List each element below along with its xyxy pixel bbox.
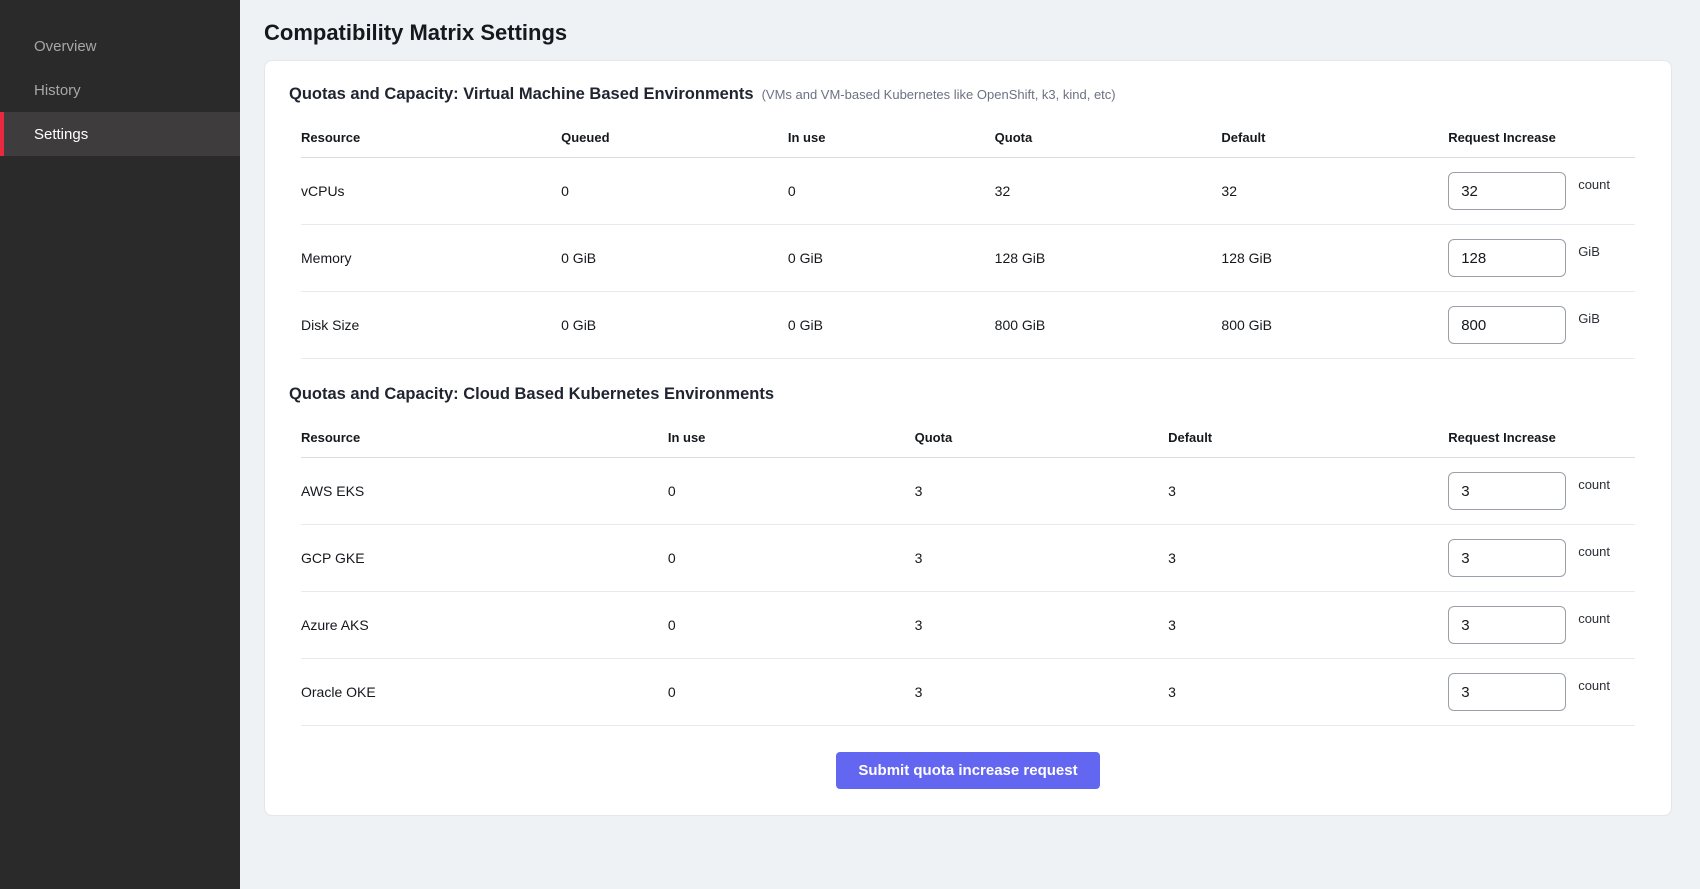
quotas-card: Quotas and Capacity: Virtual Machine Bas… bbox=[264, 60, 1672, 816]
column-header-quota: Quota bbox=[915, 430, 1168, 445]
table-row-aws-eks: AWS EKS 0 3 3 count bbox=[301, 458, 1635, 525]
resource-name: GCP GKE bbox=[301, 550, 668, 566]
default-value: 32 bbox=[1221, 183, 1448, 199]
sidebar: Overview History Settings bbox=[0, 0, 240, 889]
memory-request-input[interactable] bbox=[1448, 239, 1566, 277]
column-header-quota: Quota bbox=[995, 130, 1222, 145]
column-header-resource: Resource bbox=[301, 430, 668, 445]
main-content: Compatibility Matrix Settings Quotas and… bbox=[240, 0, 1700, 889]
vm-section-note: (VMs and VM-based Kubernetes like OpenSh… bbox=[762, 87, 1116, 102]
default-value: 3 bbox=[1168, 684, 1448, 700]
submit-quota-increase-button[interactable]: Submit quota increase request bbox=[836, 752, 1099, 789]
in-use-value: 0 bbox=[668, 684, 915, 700]
quota-value: 32 bbox=[995, 183, 1222, 199]
vcpus-request-input[interactable] bbox=[1448, 172, 1566, 210]
unit-label: count bbox=[1578, 678, 1610, 693]
table-header-row: Resource In use Quota Default Request In… bbox=[301, 418, 1635, 458]
quota-value: 3 bbox=[915, 617, 1168, 633]
oracle-oke-request-input[interactable] bbox=[1448, 673, 1566, 711]
table-row-vcpus: vCPUs 0 0 32 32 count bbox=[301, 158, 1635, 225]
quota-value: 800 GiB bbox=[995, 317, 1222, 333]
default-value: 3 bbox=[1168, 550, 1448, 566]
request-increase-cell: count bbox=[1448, 472, 1635, 510]
in-use-value: 0 bbox=[788, 183, 995, 199]
queued-value: 0 GiB bbox=[561, 317, 788, 333]
in-use-value: 0 bbox=[668, 617, 915, 633]
cloud-section-title: Quotas and Capacity: Cloud Based Kuberne… bbox=[289, 385, 774, 404]
default-value: 3 bbox=[1168, 617, 1448, 633]
unit-label: count bbox=[1578, 611, 1610, 626]
gcp-gke-request-input[interactable] bbox=[1448, 539, 1566, 577]
column-header-default: Default bbox=[1168, 430, 1448, 445]
sidebar-item-overview[interactable]: Overview bbox=[0, 24, 240, 68]
quota-value: 128 GiB bbox=[995, 250, 1222, 266]
app-window: Overview History Settings Compatibility … bbox=[0, 0, 1700, 889]
resource-name: Azure AKS bbox=[301, 617, 668, 633]
unit-label: count bbox=[1578, 477, 1610, 492]
resource-name: Disk Size bbox=[301, 317, 561, 333]
column-header-in-use: In use bbox=[668, 430, 915, 445]
resource-name: Oracle OKE bbox=[301, 684, 668, 700]
aws-eks-request-input[interactable] bbox=[1448, 472, 1566, 510]
table-row-memory: Memory 0 GiB 0 GiB 128 GiB 128 GiB GiB bbox=[301, 225, 1635, 292]
request-increase-cell: count bbox=[1448, 673, 1635, 711]
quota-value: 3 bbox=[915, 684, 1168, 700]
unit-label: GiB bbox=[1578, 244, 1600, 259]
sidebar-item-history[interactable]: History bbox=[0, 68, 240, 112]
vm-section-header: Quotas and Capacity: Virtual Machine Bas… bbox=[287, 85, 1649, 104]
queued-value: 0 bbox=[561, 183, 788, 199]
queued-value: 0 GiB bbox=[561, 250, 788, 266]
disk-size-request-input[interactable] bbox=[1448, 306, 1566, 344]
cloud-section-header: Quotas and Capacity: Cloud Based Kuberne… bbox=[287, 385, 1649, 404]
azure-aks-request-input[interactable] bbox=[1448, 606, 1566, 644]
unit-label: GiB bbox=[1578, 311, 1600, 326]
sidebar-item-label: History bbox=[34, 82, 81, 99]
table-row-disk-size: Disk Size 0 GiB 0 GiB 800 GiB 800 GiB Gi… bbox=[301, 292, 1635, 359]
request-increase-cell: GiB bbox=[1448, 306, 1635, 344]
resource-name: AWS EKS bbox=[301, 483, 668, 499]
in-use-value: 0 bbox=[668, 483, 915, 499]
in-use-value: 0 bbox=[668, 550, 915, 566]
quota-value: 3 bbox=[915, 550, 1168, 566]
column-header-request-increase: Request Increase bbox=[1448, 130, 1635, 145]
request-increase-cell: GiB bbox=[1448, 239, 1635, 277]
default-value: 128 GiB bbox=[1221, 250, 1448, 266]
default-value: 3 bbox=[1168, 483, 1448, 499]
unit-label: count bbox=[1578, 177, 1610, 192]
quota-value: 3 bbox=[915, 483, 1168, 499]
in-use-value: 0 GiB bbox=[788, 317, 995, 333]
column-header-queued: Queued bbox=[561, 130, 788, 145]
column-header-resource: Resource bbox=[301, 130, 561, 145]
request-increase-cell: count bbox=[1448, 539, 1635, 577]
table-row-azure-aks: Azure AKS 0 3 3 count bbox=[301, 592, 1635, 659]
sidebar-item-label: Settings bbox=[34, 126, 88, 143]
submit-row: Submit quota increase request bbox=[287, 726, 1649, 789]
column-header-request-increase: Request Increase bbox=[1448, 430, 1635, 445]
column-header-default: Default bbox=[1221, 130, 1448, 145]
in-use-value: 0 GiB bbox=[788, 250, 995, 266]
vm-quota-table: Resource Queued In use Quota Default Req… bbox=[287, 118, 1649, 359]
sidebar-item-label: Overview bbox=[34, 38, 97, 55]
unit-label: count bbox=[1578, 544, 1610, 559]
sidebar-item-settings[interactable]: Settings bbox=[0, 112, 240, 156]
request-increase-cell: count bbox=[1448, 172, 1635, 210]
cloud-quota-table: Resource In use Quota Default Request In… bbox=[287, 418, 1649, 726]
resource-name: vCPUs bbox=[301, 183, 561, 199]
default-value: 800 GiB bbox=[1221, 317, 1448, 333]
page-title: Compatibility Matrix Settings bbox=[264, 20, 1672, 46]
request-increase-cell: count bbox=[1448, 606, 1635, 644]
table-header-row: Resource Queued In use Quota Default Req… bbox=[301, 118, 1635, 158]
resource-name: Memory bbox=[301, 250, 561, 266]
vm-section-title: Quotas and Capacity: Virtual Machine Bas… bbox=[289, 85, 754, 104]
table-row-gcp-gke: GCP GKE 0 3 3 count bbox=[301, 525, 1635, 592]
table-row-oracle-oke: Oracle OKE 0 3 3 count bbox=[301, 659, 1635, 726]
column-header-in-use: In use bbox=[788, 130, 995, 145]
